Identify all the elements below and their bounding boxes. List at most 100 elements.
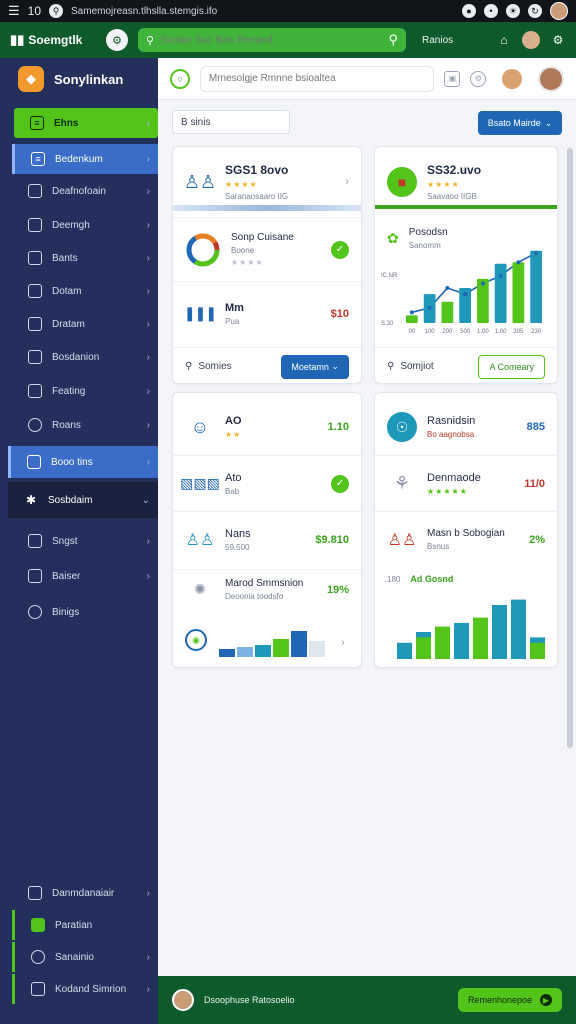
hamburger-icon[interactable]: ☰ [8,3,20,19]
chevron-right-icon[interactable]: › [341,637,345,649]
sidebar-item-13[interactable]: Baiser › [12,561,158,591]
main-search[interactable] [199,65,435,92]
url-text: Samemojreasn.tlhslla.stemgis.ifo [71,5,218,17]
sidebar-item-0[interactable]: ≡ Ehns › [14,108,158,138]
info-icon [28,605,42,619]
team-avatar[interactable] [502,68,523,89]
home-icon[interactable]: ⌂ [496,32,512,48]
top-search[interactable]: ⚲ ⚲ [138,28,406,52]
settings-icon: ✱ [25,493,37,507]
dot-icon[interactable]: • [484,4,498,18]
settings-icon[interactable]: ⚙ [106,29,128,51]
status-avatar[interactable] [550,2,568,20]
list-item[interactable]: ☉ Rasnidsin Bo aagnobsa 885 [375,399,557,455]
sidebar-item-7[interactable]: Bosdanion › [12,342,158,372]
growth-bar-chart: 00 100 200 500 1.00 1.00 305 230 IC.NR S.30 [381,250,542,335]
check-icon[interactable]: ✓ [331,240,349,259]
chevron-right-icon: › [146,456,150,468]
chart-bar [454,623,469,659]
list-item[interactable]: ♙♙ Masn b Sobogian Bsnus 2% [375,511,557,567]
gear-icon[interactable]: ⚙ [470,70,487,87]
sidebar-item-2[interactable]: Deafnofoain › [12,176,158,206]
stat-sub: Saranaosaaro IIG [225,192,289,201]
sidebar-item-11[interactable]: ✱ Sosbdaim ⌄ [8,482,158,518]
sidebar-bottom-item-0[interactable]: Danmdanaiair › [12,878,158,908]
sidebar-item-label: Sanainio [55,951,94,963]
sidebar-item-12[interactable]: Sngst › [12,526,158,556]
list-item[interactable]: ✺ Marod Smmsnion Deoonia toodsfo 19% [173,569,361,609]
sidebar-item-8[interactable]: Feating › [12,376,158,406]
sidebar-item-14[interactable]: Binigs [12,597,158,627]
check-icon[interactable]: ✓ [331,474,349,493]
stat-row[interactable]: ■ SS32.uvo ★★★★ Saavaoo IIGB [375,153,557,211]
layers-icon [28,218,42,232]
top-link[interactable]: Ranios [422,35,453,46]
status-circle-icon[interactable]: ○ [170,68,190,89]
chart-bar [511,599,526,659]
sidebar-item-6[interactable]: Dratam › [12,309,158,339]
sidebar-bottom-item-1[interactable]: Paratian [12,910,158,940]
mini-bar [291,631,307,657]
card-dropdown-button[interactable]: Moetamn ⌄ [281,354,349,379]
card-search[interactable]: ⚲ Somies [185,361,271,372]
user-icon [31,950,45,964]
rating-stars: ★★★★★ [427,486,468,496]
chevron-right-icon[interactable]: › [345,176,349,188]
person-icon: ☺ [190,416,210,437]
line-point [463,292,468,297]
sun-icon[interactable]: ☀ [506,4,520,18]
list-item[interactable]: ▧▧▧ Ato Bab ✓ [173,455,361,511]
calendar-icon[interactable]: ▣ [444,70,461,87]
card-search[interactable]: ⚲ Somjiot [387,361,468,372]
search-icon: ⚲ [146,34,155,47]
refresh-icon[interactable]: ↻ [528,4,542,18]
sidebar-item-5[interactable]: Dotam › [12,276,158,306]
sidebar-item-4[interactable]: Bants › [12,243,158,273]
filter-input[interactable]: B sinis [172,110,290,134]
sidebar-bottom-item-2[interactable]: Sanainio › [12,942,158,972]
list-item[interactable]: ☺ AO ★★ 1.10 [173,399,361,455]
card-search-text: Somies [198,361,232,372]
footer-text: Dsoophuse Ratosoelio [204,995,295,1005]
rating-stars: ★★★★ [225,180,258,189]
top-search-input[interactable] [160,34,383,46]
card-outline-button[interactable]: A Comeary [478,354,545,379]
x-tick-label: 200 [442,329,453,335]
footer-action-button[interactable]: Remenhonepoe ▶ [457,988,562,1012]
sidebar-item-label: Paratian [55,919,93,931]
sidebar-item-label: Ehns [54,117,79,129]
sidebar-item-1[interactable]: ≡ Bedenkum › [12,144,158,174]
magnifier-icon[interactable]: ⚲ [388,32,398,48]
card-search-row: ⚲ Somies Moetamn ⌄ [173,347,361,385]
app-brand[interactable]: ▮▮ Soemgtlk [10,32,96,48]
main-search-input[interactable] [208,73,426,84]
user-avatar[interactable] [538,65,564,92]
list-item[interactable]: ⚘ Denmaode ★★★★★ 11/0 [375,455,557,511]
search-icon[interactable]: ⚲ [49,4,64,18]
scrollbar[interactable] [567,148,573,748]
list-item[interactable]: ♙♙ Nans 59.500 $9.810 [173,511,361,567]
left-top-card: ♙♙ SGS1 8ovo ★★★★ Saranaosaaro IIG › Son… [172,146,362,384]
list-item[interactable]: Sonp Cuisane Boone ★★★★ ✓ [173,217,361,281]
clock-icon [28,418,42,432]
record-icon[interactable]: ● [462,4,476,18]
sidebar-item-10[interactable]: Booo tins › [8,446,158,478]
footer-avatar[interactable] [172,989,194,1011]
sidebar-item-3[interactable]: Deemgh › [12,210,158,240]
sidebar-item-label: Bosdanion [52,351,100,363]
chevron-right-icon: › [146,219,150,231]
main-header: ○ ▣ ⚙ [158,58,576,100]
primary-action-button[interactable]: Bsato Mairde ⌄ [478,111,562,135]
sidebar-item-label: Binigs [52,606,80,618]
line-point [427,305,432,310]
file-icon [28,534,42,548]
sidebar: ◆ Sonylinkan ≡ Ehns › ≡ Bedenkum › Deafnofoa… [0,58,158,1024]
team-avatar[interactable] [522,31,540,49]
list-item[interactable]: ❚❚❚ Mm Pua $10 [173,281,361,345]
chart-bar [530,250,542,323]
sidebar-brand[interactable]: ◆ Sonylinkan [0,58,158,100]
sidebar-bottom-item-3[interactable]: Kodand Simrion › [12,974,158,1004]
stat-row[interactable]: ♙♙ SGS1 8ovo ★★★★ Saranaosaaro IIG › [173,153,361,211]
gear-icon[interactable]: ⚙ [550,32,566,48]
sidebar-item-9[interactable]: Roans › [12,410,158,440]
